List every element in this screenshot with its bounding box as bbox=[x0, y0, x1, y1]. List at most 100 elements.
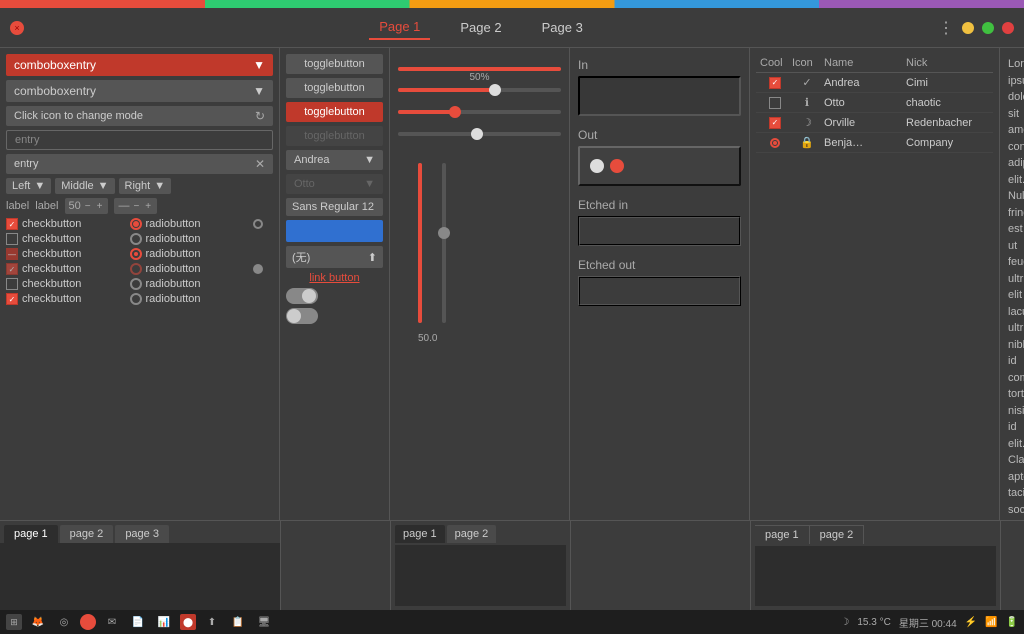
check-item-6[interactable]: ✓ checkbutton bbox=[6, 293, 127, 305]
radio-item-4[interactable]: radiobutton bbox=[130, 263, 251, 275]
close-window-button[interactable] bbox=[1002, 22, 1014, 34]
check-item-2[interactable]: checkbutton bbox=[6, 233, 127, 245]
minimize-button[interactable] bbox=[962, 22, 974, 34]
vslider-label: 50.0 bbox=[418, 333, 437, 344]
taskbar-app-2[interactable]: ◎ bbox=[54, 613, 74, 631]
checkbox-5[interactable] bbox=[6, 278, 18, 290]
toggle-btn-3[interactable]: togglebutton bbox=[286, 102, 383, 122]
clear-icon[interactable]: ✕ bbox=[255, 157, 265, 171]
checkbox-6[interactable]: ✓ bbox=[6, 293, 18, 305]
toggle-btn-2[interactable]: togglebutton bbox=[286, 78, 383, 98]
dot-menu-icon[interactable]: ⋮ bbox=[938, 18, 954, 38]
taskbar-firefox[interactable]: 🦊 bbox=[28, 613, 48, 631]
sp-tab-1[interactable]: page 1 bbox=[395, 525, 445, 543]
taskbar-power-icon[interactable]: ⚡ bbox=[965, 617, 977, 628]
slider-thumb-3[interactable] bbox=[449, 106, 461, 118]
table-row[interactable]: 🔒 Benja… Company bbox=[756, 133, 993, 153]
radio-item-1[interactable]: radiobutton bbox=[130, 218, 251, 230]
bottom-section: page 1 page 2 page 3 page 1 page 2 page … bbox=[0, 520, 1024, 610]
radio-5[interactable] bbox=[130, 278, 142, 290]
switch-track-2[interactable] bbox=[286, 308, 318, 324]
vslider-thumb-2[interactable] bbox=[438, 227, 450, 239]
btab-page3[interactable]: page 3 bbox=[115, 525, 169, 543]
btab-page1[interactable]: page 1 bbox=[4, 525, 58, 543]
andrea-combo[interactable]: Andrea ▼ bbox=[286, 150, 383, 170]
taskbar-temp: 15.3 °C bbox=[857, 617, 890, 628]
row4-cool-check[interactable] bbox=[770, 138, 780, 148]
taskbar-app-6[interactable]: 📊 bbox=[154, 613, 174, 631]
checkbox-1[interactable]: ✓ bbox=[6, 218, 18, 230]
entry-with-clear: entry ✕ bbox=[6, 154, 273, 174]
check-item-1[interactable]: ✓ checkbutton bbox=[6, 218, 127, 230]
taskbar-app-5[interactable]: 📄 bbox=[128, 613, 148, 631]
align-row: Left ▼ Middle ▼ Right ▼ bbox=[6, 178, 273, 194]
taskbar-app-8[interactable]: ⬆ bbox=[202, 613, 222, 631]
spin-down-button[interactable]: − bbox=[83, 201, 93, 212]
taskbar-battery-icon[interactable]: 🔋 bbox=[1006, 617, 1018, 628]
upload-icon[interactable]: ⬆ bbox=[368, 251, 377, 264]
table-row[interactable]: ℹ Otto chaotic bbox=[756, 93, 993, 113]
combo-entry-1[interactable]: comboboxentry ▼ bbox=[6, 54, 273, 76]
tab-page2[interactable]: Page 2 bbox=[450, 16, 511, 39]
slider-thumb-2[interactable] bbox=[489, 84, 501, 96]
radio-item-2[interactable]: radiobutton bbox=[130, 233, 251, 245]
radio-item-3[interactable]: radiobutton bbox=[130, 248, 251, 260]
radio-3[interactable] bbox=[130, 248, 142, 260]
link-button[interactable]: link button bbox=[286, 272, 383, 284]
tab-page1[interactable]: Page 1 bbox=[369, 15, 430, 40]
radio-item-5[interactable]: radiobutton bbox=[130, 278, 251, 290]
taskbar-app-7[interactable]: ⬤ bbox=[180, 614, 196, 630]
font-selector[interactable]: Sans Regular 12 bbox=[286, 198, 383, 216]
close-button[interactable]: × bbox=[10, 21, 24, 35]
spin2-down-button[interactable]: − bbox=[131, 201, 141, 212]
check-item-5[interactable]: checkbutton bbox=[6, 278, 127, 290]
radio-item-6[interactable]: radiobutton bbox=[130, 293, 251, 305]
check-item-3[interactable]: — checkbutton bbox=[6, 248, 127, 260]
toggle-btn-1[interactable]: togglebutton bbox=[286, 54, 383, 74]
combo-entry-2[interactable]: comboboxentry ▼ bbox=[6, 80, 273, 102]
radio-1[interactable] bbox=[130, 218, 142, 230]
refresh-icon[interactable]: ↻ bbox=[255, 109, 265, 123]
checkbox-3[interactable]: — bbox=[6, 248, 18, 260]
row2-cool-check[interactable] bbox=[769, 97, 781, 109]
row1-name: Andrea bbox=[824, 77, 904, 89]
align-left-combo[interactable]: Left ▼ bbox=[6, 178, 51, 194]
check-item-4[interactable]: ✓ checkbutton bbox=[6, 263, 127, 275]
taskbar-app-10[interactable]: 🖥 bbox=[254, 613, 274, 631]
spin2-up-button[interactable]: + bbox=[143, 201, 153, 212]
toggle-switch-1 bbox=[286, 288, 383, 304]
maximize-button[interactable] bbox=[982, 22, 994, 34]
table-row[interactable]: ✓ ☽ Orville Redenbacher bbox=[756, 113, 993, 133]
taskbar-app-4[interactable]: ✉ bbox=[102, 613, 122, 631]
slider-thumb-4[interactable] bbox=[471, 128, 483, 140]
color-button[interactable] bbox=[286, 220, 383, 242]
sp-tab-2[interactable]: page 2 bbox=[447, 525, 497, 543]
align-middle-combo[interactable]: Middle ▼ bbox=[55, 178, 114, 194]
checkbox-2[interactable] bbox=[6, 233, 18, 245]
taskbar-app-3[interactable] bbox=[80, 614, 96, 630]
switch-thumb-2 bbox=[287, 309, 301, 323]
apps-grid-icon[interactable]: ⊞ bbox=[6, 614, 22, 630]
bt-tab-1[interactable]: page 1 bbox=[755, 525, 810, 544]
row3-icon: ☽ bbox=[802, 116, 812, 129]
checkbox-4[interactable]: ✓ bbox=[6, 263, 18, 275]
tab-page3[interactable]: Page 3 bbox=[532, 16, 593, 39]
table-row[interactable]: ✓ ✓ Andrea Cimi bbox=[756, 73, 993, 93]
row1-icon: ✓ bbox=[802, 76, 811, 89]
bt-tab-2[interactable]: page 2 bbox=[810, 525, 865, 544]
spin-up-button[interactable]: + bbox=[95, 201, 105, 212]
radio-4[interactable] bbox=[130, 263, 142, 275]
row4-name: Benja… bbox=[824, 137, 904, 149]
btab-page2[interactable]: page 2 bbox=[60, 525, 114, 543]
frame-etched-out bbox=[578, 276, 741, 306]
row1-cool-check[interactable]: ✓ bbox=[769, 77, 781, 89]
switch-track-1[interactable] bbox=[286, 288, 318, 304]
etched-in-section: Etched in bbox=[578, 198, 741, 246]
taskbar-wifi-icon[interactable]: 📶 bbox=[985, 617, 997, 628]
row3-cool-check[interactable]: ✓ bbox=[769, 117, 781, 129]
taskbar-app-9[interactable]: 📋 bbox=[228, 613, 248, 631]
align-right-combo[interactable]: Right ▼ bbox=[119, 178, 172, 194]
entry-plain[interactable]: entry bbox=[6, 130, 273, 150]
radio-2[interactable] bbox=[130, 233, 142, 245]
radio-6[interactable] bbox=[130, 293, 142, 305]
